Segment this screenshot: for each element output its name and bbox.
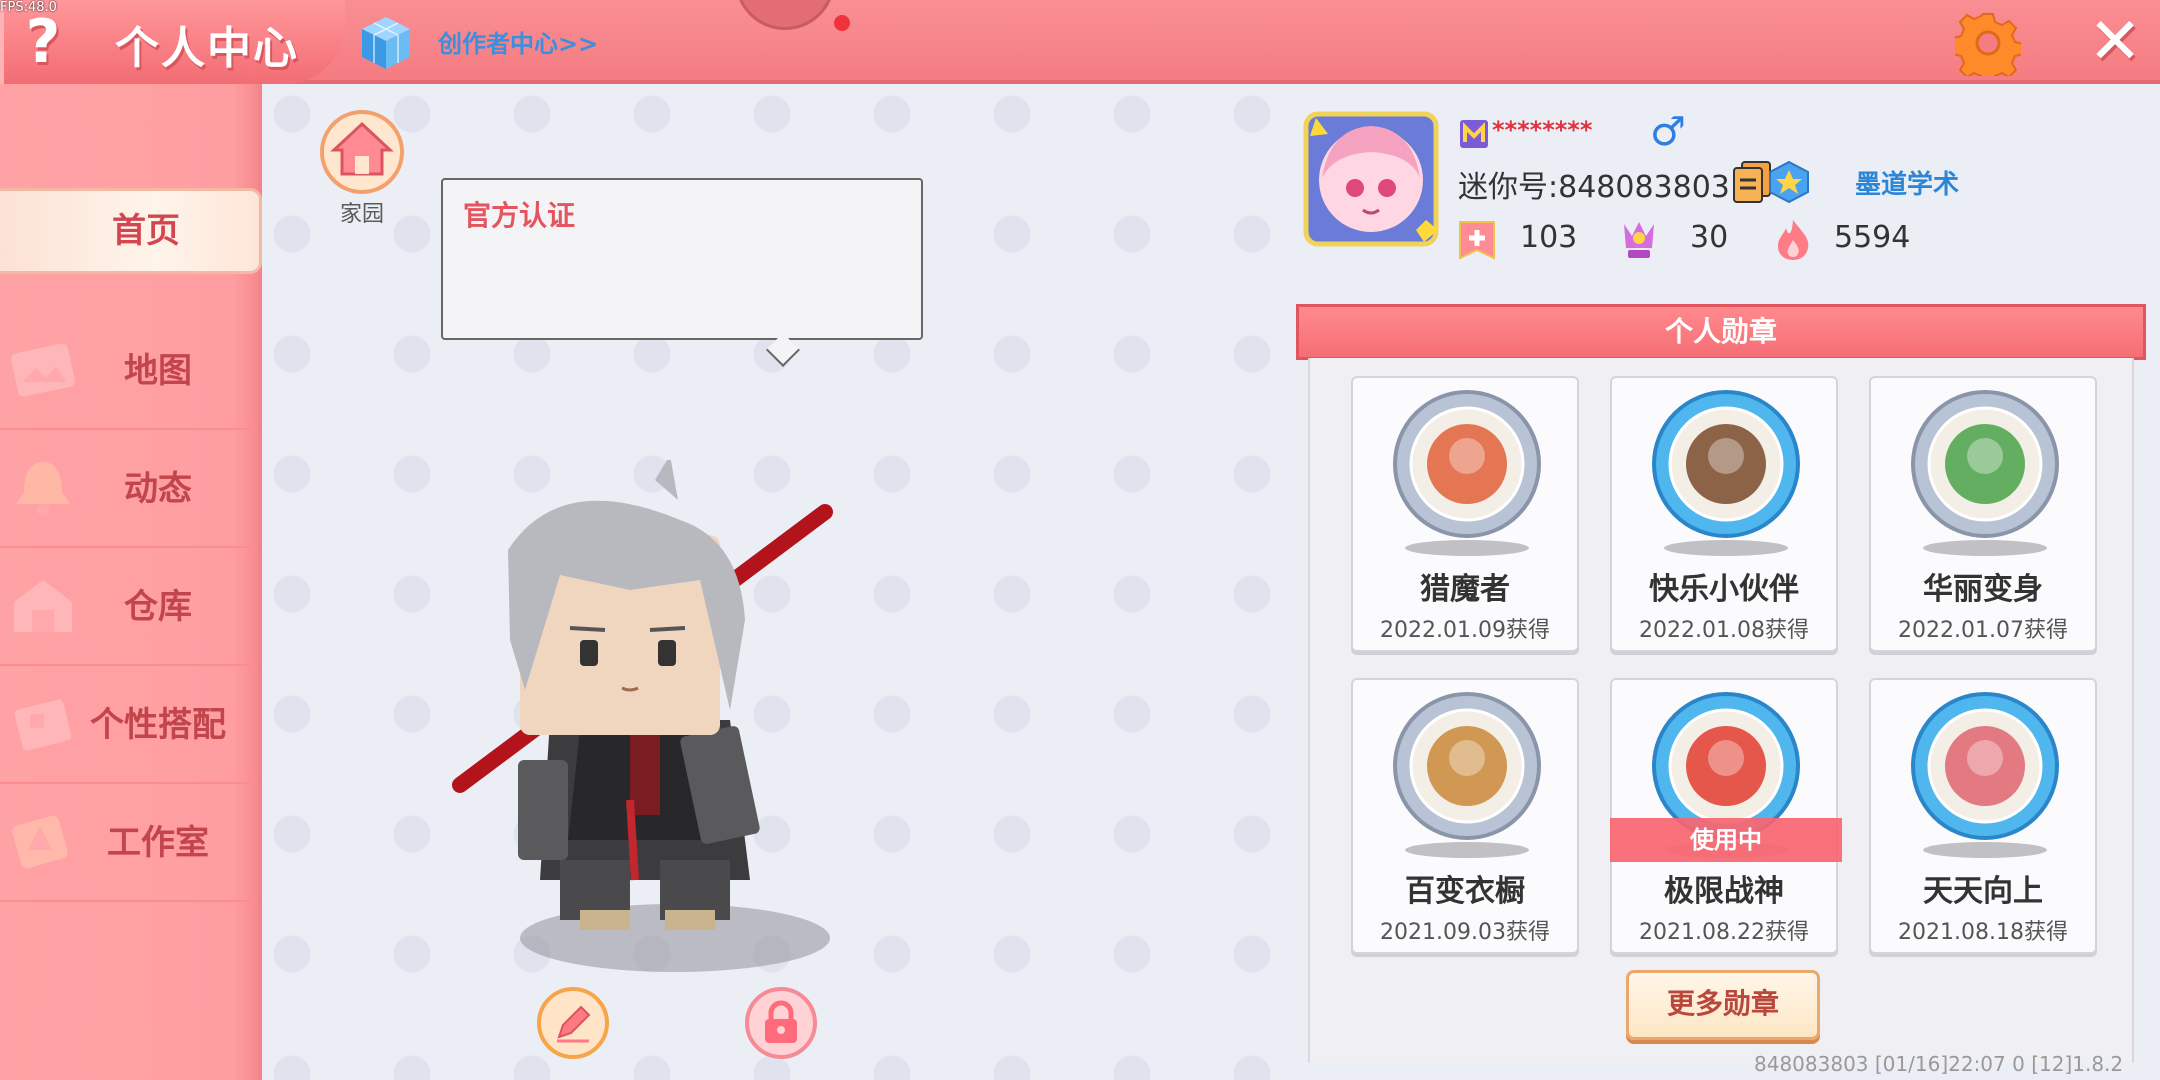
home-label: 家园 <box>339 202 384 227</box>
page-title: 个人中心 <box>115 23 299 74</box>
medal-badge-icon <box>1911 390 2059 556</box>
popularity-flame-icon <box>1778 220 1809 260</box>
male-gender-icon: ♂ <box>1650 109 1686 155</box>
medal-badge-icon <box>1652 390 1800 556</box>
likes-count: 103 <box>1520 220 1578 255</box>
guild-badge-icon <box>1769 160 1809 204</box>
footer-build-info: 848083803 [01/16]22:07 0 [12]1.8.2 <box>1754 1052 2124 1076</box>
player-nickname: ******** <box>1492 116 1593 144</box>
medal-date: 2021.09.03获得 <box>1380 920 1550 945</box>
medal-name: 快乐小伙伴 <box>1649 572 1799 607</box>
sidebar-item-label: 仓库 <box>124 587 192 627</box>
medal-name: 华丽变身 <box>1923 572 2043 607</box>
medal-card[interactable]: 使用中极限战神 2021.08.22获得 <box>1610 678 1842 954</box>
medal-name: 极限战神 <box>1664 874 1784 909</box>
medal-badge-icon <box>1393 390 1541 556</box>
medal-date: 2022.01.09获得 <box>1380 618 1550 643</box>
medal-card[interactable]: 快乐小伙伴 2022.01.08获得 <box>1610 376 1838 652</box>
medal-badge-icon <box>1911 692 2059 858</box>
medal-section-header: 个人勋章 <box>1296 304 2146 360</box>
top-notch <box>735 0 850 31</box>
medal-name: 猎魔者 <box>1420 572 1510 607</box>
speech-bubble: 官方认证 <box>441 178 923 367</box>
medal-card[interactable]: 猎魔者 2022.01.09获得 <box>1351 376 1579 652</box>
sidebar-item-label: 地图 <box>124 351 192 391</box>
sidebar-item-home[interactable]: 首页 <box>0 188 262 274</box>
sidebar: 首页 地图 动态 仓库 个性搭配 工作室 <box>0 84 262 1080</box>
sidebar-item-label: 动态 <box>124 469 192 509</box>
sidebar-item-feed[interactable]: 动态 <box>0 430 258 548</box>
medal-date: 2022.01.08获得 <box>1639 618 1809 643</box>
official-certification-title: 官方认证 <box>463 199 576 232</box>
sidebar-item-map[interactable]: 地图 <box>0 312 258 430</box>
edit-icon[interactable] <box>535 985 611 1061</box>
home-icon[interactable] <box>318 108 406 196</box>
medal-name: 天天向上 <box>1923 874 2043 909</box>
sidebar-item-label: 工作室 <box>107 823 209 863</box>
sidebar-item-studio[interactable]: 工作室 <box>0 784 258 902</box>
popularity-count: 5594 <box>1834 220 1911 255</box>
medal-card[interactable]: 天天向上 2021.08.18获得 <box>1869 678 2097 954</box>
likes-badge-icon <box>1459 221 1495 260</box>
medal-badge-icon <box>1393 692 1541 858</box>
guild-name[interactable]: 墨道学术 <box>1855 164 1959 201</box>
sidebar-item-label: 个性搭配 <box>90 705 226 745</box>
medal-card[interactable]: 百变衣橱 2021.09.03获得 <box>1351 678 1579 954</box>
top-bar: FPS:48.0 ? 个人中心 创作者中心>> ✕ <box>0 0 2160 84</box>
medal-date: 2022.01.07获得 <box>1898 618 2068 643</box>
help-button[interactable]: ? <box>18 8 68 76</box>
fans-trophy-icon <box>1624 222 1654 258</box>
medal-date: 2021.08.22获得 <box>1639 920 1809 945</box>
sidebar-item-label: 首页 <box>112 211 180 251</box>
in-use-badge: 使用中 <box>1610 818 1842 862</box>
medal-name: 百变衣橱 <box>1405 874 1525 909</box>
medal-card[interactable]: 华丽变身 2022.01.07获得 <box>1869 376 2097 652</box>
creator-cube-icon[interactable] <box>360 15 412 71</box>
mini-id: 迷你号:848083803 <box>1458 170 1730 205</box>
sidebar-item-outfit[interactable]: 个性搭配 <box>0 666 258 784</box>
more-medals-button[interactable]: 更多勋章 <box>1626 970 1820 1040</box>
medal-date: 2021.08.18获得 <box>1898 920 2068 945</box>
sidebar-item-storage[interactable]: 仓库 <box>0 548 258 666</box>
profile-avatar[interactable] <box>1300 108 1442 250</box>
fans-count: 30 <box>1690 220 1729 255</box>
copy-icon[interactable] <box>1732 160 1772 204</box>
close-button[interactable]: ✕ <box>2085 8 2145 76</box>
gear-icon[interactable] <box>1955 10 2021 76</box>
player-character-avatar[interactable] <box>430 460 860 980</box>
vip-badge-icon <box>1460 120 1488 148</box>
creator-center-link[interactable]: 创作者中心>> <box>438 24 598 59</box>
lock-icon[interactable] <box>743 985 819 1061</box>
